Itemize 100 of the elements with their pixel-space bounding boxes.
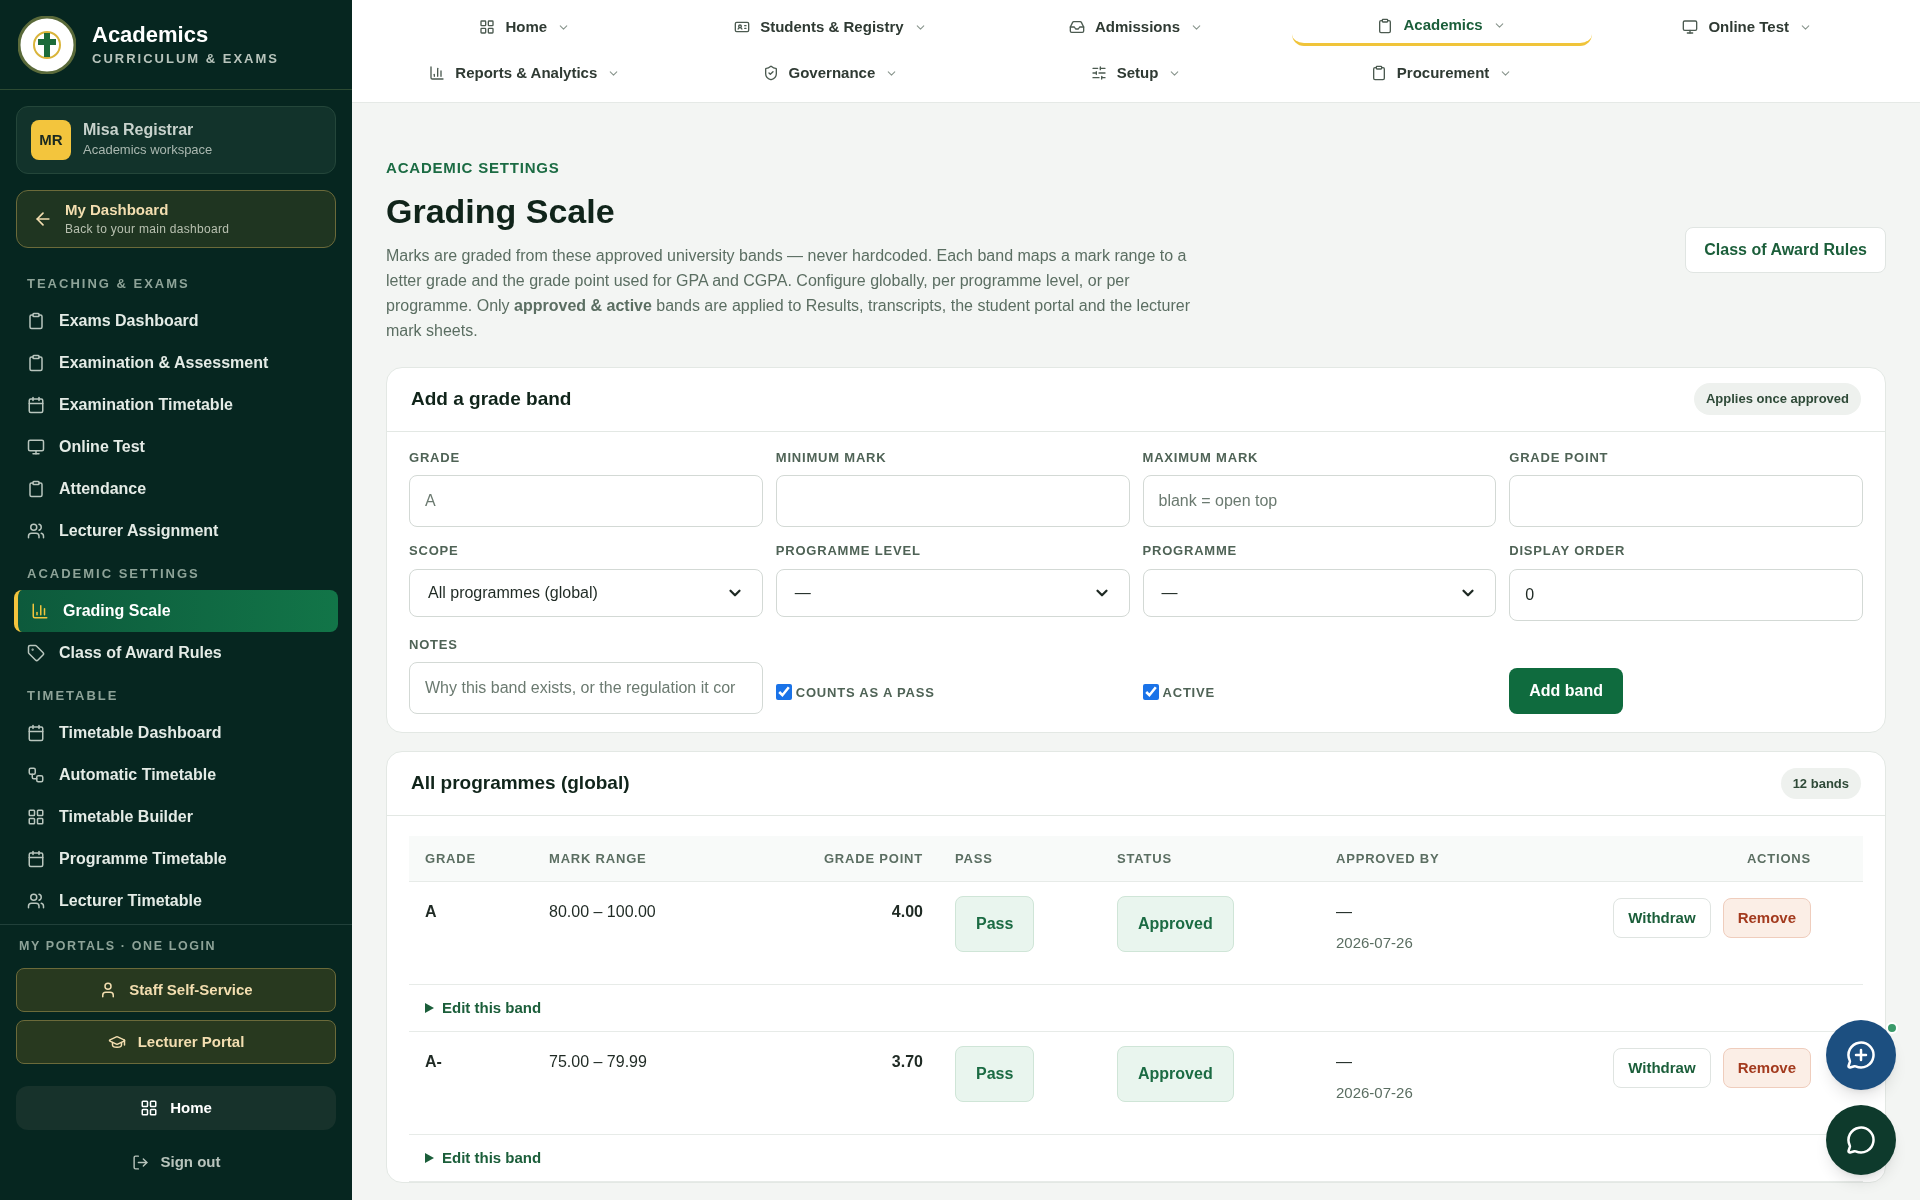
nav-tab[interactable]: Governance xyxy=(742,54,919,92)
user-role: Academics workspace xyxy=(83,141,213,160)
nav-tab[interactable]: Reports & Analytics xyxy=(409,54,641,92)
tab-icon xyxy=(1370,65,1387,81)
nav-tab[interactable]: Procurement xyxy=(1350,54,1533,92)
sidebar-item[interactable]: Timetable Builder xyxy=(14,796,338,838)
sign-out-icon xyxy=(131,1153,149,1171)
checkbox[interactable] xyxy=(775,684,792,701)
nav-icon xyxy=(27,312,45,330)
tab-icon xyxy=(1090,65,1107,81)
withdraw-button[interactable]: Withdraw xyxy=(1613,898,1711,938)
user-avatar: MR xyxy=(31,120,71,160)
nav-tab[interactable]: Home xyxy=(459,8,591,46)
tab-icon xyxy=(479,19,496,35)
dashboard-button[interactable]: My Dashboard Back to your main dashboard xyxy=(16,190,336,248)
field-label: GRADE xyxy=(409,448,461,467)
field-label: MINIMUM MARK xyxy=(775,448,888,467)
sidebar-item[interactable]: Examination Timetable xyxy=(14,384,338,426)
sidebar-item[interactable]: Programme Timetable xyxy=(14,838,338,880)
edit-band-link[interactable]: Edit this band xyxy=(425,996,542,1020)
table-cell-text: A- xyxy=(425,1052,443,1072)
tab-icon xyxy=(762,65,779,81)
column-header: STATUS xyxy=(1117,849,1173,868)
tab-icon xyxy=(1068,19,1085,35)
portals-label: MY PORTALS · ONE LOGIN xyxy=(18,938,218,956)
sidebar-item[interactable]: Exams Dashboard xyxy=(14,300,338,342)
nav-icon xyxy=(27,808,45,826)
text-field[interactable] xyxy=(775,475,1130,527)
sidebar-item[interactable]: Lecturer Timetable xyxy=(14,880,338,922)
select-field[interactable]: — xyxy=(1142,568,1497,617)
field-label: NOTES xyxy=(409,635,459,654)
select-field[interactable]: All programmes (global) xyxy=(409,568,763,617)
sidebar-item[interactable]: Online Test xyxy=(14,426,338,468)
remove-button[interactable]: Remove xyxy=(1722,1048,1811,1088)
text-field[interactable]: A xyxy=(409,475,763,527)
tab-icon xyxy=(1377,17,1394,34)
column-header: GRADE POINT xyxy=(823,849,923,868)
sidebar-item[interactable]: Grading Scale xyxy=(14,590,338,632)
table-cell-text: — xyxy=(1336,902,1353,922)
table-cell-text: 80.00 – 100.00 xyxy=(549,902,657,922)
table-cell-text: 4.00 xyxy=(891,902,923,922)
brand-subtitle: CURRICULUM & EXAMS xyxy=(92,49,279,68)
crest-logo xyxy=(18,15,76,74)
select-field[interactable]: — xyxy=(775,568,1130,617)
status-pill: Approved xyxy=(1117,1046,1234,1102)
approval-date: 2026-07-26 xyxy=(1336,1083,1414,1103)
checkbox-label: ACTIVE xyxy=(1162,683,1215,702)
portal-button[interactable]: Lecturer Portal xyxy=(16,1020,336,1064)
award-rules-button[interactable]: Class of Award Rules xyxy=(1685,226,1886,273)
card-title: Add a grade band xyxy=(411,386,572,411)
text-field[interactable]: blank = open top xyxy=(1142,475,1497,527)
add-band-button[interactable]: Add band xyxy=(1509,668,1623,714)
nav-icon xyxy=(27,522,45,540)
brand-title: Academics xyxy=(92,20,210,49)
status-pill: Approved xyxy=(1117,896,1234,952)
portal-button[interactable]: Staff Self-Service xyxy=(16,968,336,1012)
table-cell-text: A xyxy=(425,902,438,922)
nav-tab[interactable]: Online Test xyxy=(1662,8,1832,46)
portal-icon xyxy=(107,1033,126,1051)
withdraw-button[interactable]: Withdraw xyxy=(1613,1048,1711,1088)
tab-icon xyxy=(1682,19,1699,35)
sidebar-item[interactable]: Attendance xyxy=(14,468,338,510)
table-cell-text: — xyxy=(1336,1052,1353,1072)
text-field[interactable]: 0 xyxy=(1509,568,1863,621)
nav-tab[interactable]: Setup xyxy=(1070,54,1202,92)
nav-icon xyxy=(27,438,45,456)
sidebar-item[interactable]: Class of Award Rules xyxy=(14,632,338,674)
nav-tab[interactable]: Admissions xyxy=(1048,8,1223,46)
column-header: APPROVED BY xyxy=(1336,849,1441,868)
nav-icon xyxy=(27,480,45,498)
column-header: GRADE xyxy=(425,849,477,868)
nav-tab[interactable]: Students & Registry xyxy=(714,8,947,46)
nav-icon xyxy=(27,354,45,372)
card-title: All programmes (global) xyxy=(411,771,630,796)
checkbox[interactable] xyxy=(1142,684,1159,701)
count-badge: 12 bands xyxy=(1780,767,1861,800)
sidebar-item[interactable]: Timetable Dashboard xyxy=(14,712,338,754)
edit-band-link[interactable]: Edit this band xyxy=(425,1146,542,1170)
grid-icon xyxy=(140,1099,159,1117)
field-label: GRADE POINT xyxy=(1509,448,1610,467)
nav-icon xyxy=(27,850,45,868)
text-field[interactable] xyxy=(1509,475,1863,527)
field-label: SCOPE xyxy=(409,542,460,560)
section-label: TIMETABLE xyxy=(26,687,120,706)
field-label: MAXIMUM MARK xyxy=(1142,448,1260,467)
sidebar-item[interactable]: Examination & Assessment xyxy=(14,342,338,384)
nav-icon xyxy=(27,724,45,742)
text-field[interactable]: Why this band exists, or the regulation it cor xyxy=(409,662,763,714)
home-button[interactable]: Home xyxy=(16,1086,336,1130)
nav-icon xyxy=(27,766,45,784)
nav-tab[interactable]: Academics xyxy=(1291,8,1592,46)
nav-icon xyxy=(27,396,45,414)
pass-pill: Pass xyxy=(955,1046,1035,1102)
section-label: TEACHING & EXAMS xyxy=(26,275,191,294)
sidebar-item[interactable]: Lecturer Assignment xyxy=(14,510,338,552)
page-eyebrow: ACADEMIC SETTINGS xyxy=(386,158,561,178)
sidebar-item[interactable]: Automatic Timetable xyxy=(14,754,338,796)
remove-button[interactable]: Remove xyxy=(1722,898,1811,938)
sign-out-button[interactable]: Sign out xyxy=(16,1142,336,1182)
nav-icon xyxy=(27,644,45,662)
